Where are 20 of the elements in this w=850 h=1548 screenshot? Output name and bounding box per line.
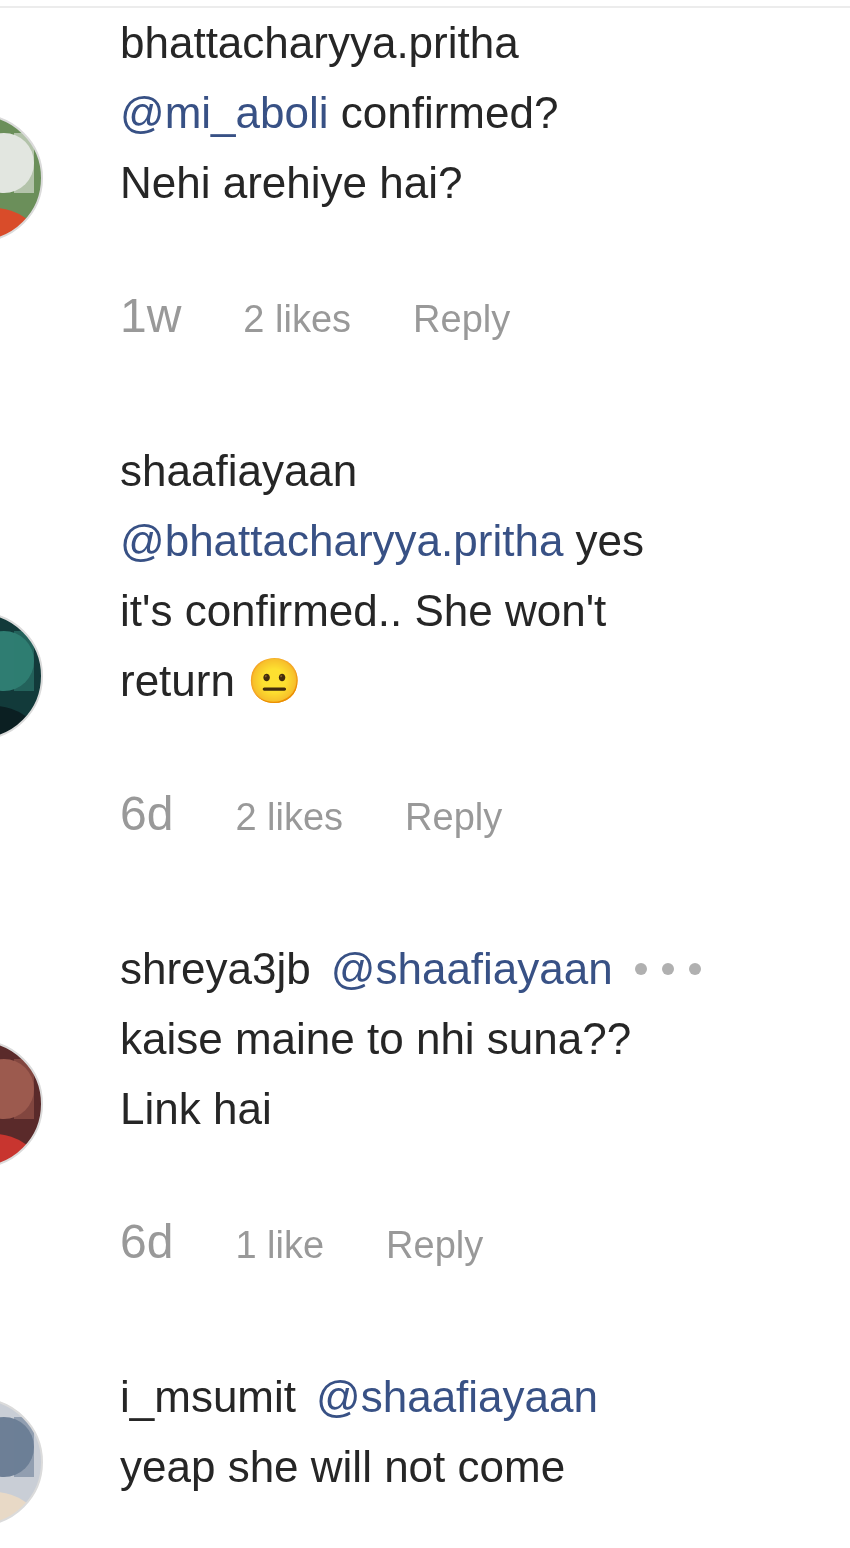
- comment-text: yes: [574, 515, 645, 567]
- more-icon: [632, 961, 703, 977]
- timestamp: 6d: [120, 1217, 174, 1267]
- mention-link[interactable]: @shaafiayaan: [316, 1362, 598, 1432]
- username-link[interactable]: shaafiayaan: [120, 436, 358, 506]
- comment-text: confirmed?: [339, 87, 559, 139]
- mention-link[interactable]: @mi_aboli: [120, 78, 329, 148]
- comment-text: kaise maine to nhi suna??: [120, 1013, 632, 1065]
- comment-text: it's confirmed.. She won't: [120, 585, 607, 637]
- username-link[interactable]: shreya3jb: [120, 934, 311, 1004]
- username-link[interactable]: bhattacharyya.pritha: [120, 8, 519, 78]
- comment-text: Nehi arehiye hai?: [120, 157, 463, 209]
- comment-text: Link hai: [120, 1083, 272, 1135]
- timestamp: 1w: [120, 291, 182, 341]
- mention-link[interactable]: @shaafiayaan: [330, 934, 613, 1004]
- comment-text: return 😐: [120, 655, 303, 707]
- comment-text: yeap she will not come: [120, 1441, 566, 1493]
- username-link[interactable]: i_msumit: [120, 1362, 297, 1432]
- timestamp: 6d: [120, 789, 174, 839]
- mention-link[interactable]: @bhattacharyya.pritha: [120, 506, 564, 576]
